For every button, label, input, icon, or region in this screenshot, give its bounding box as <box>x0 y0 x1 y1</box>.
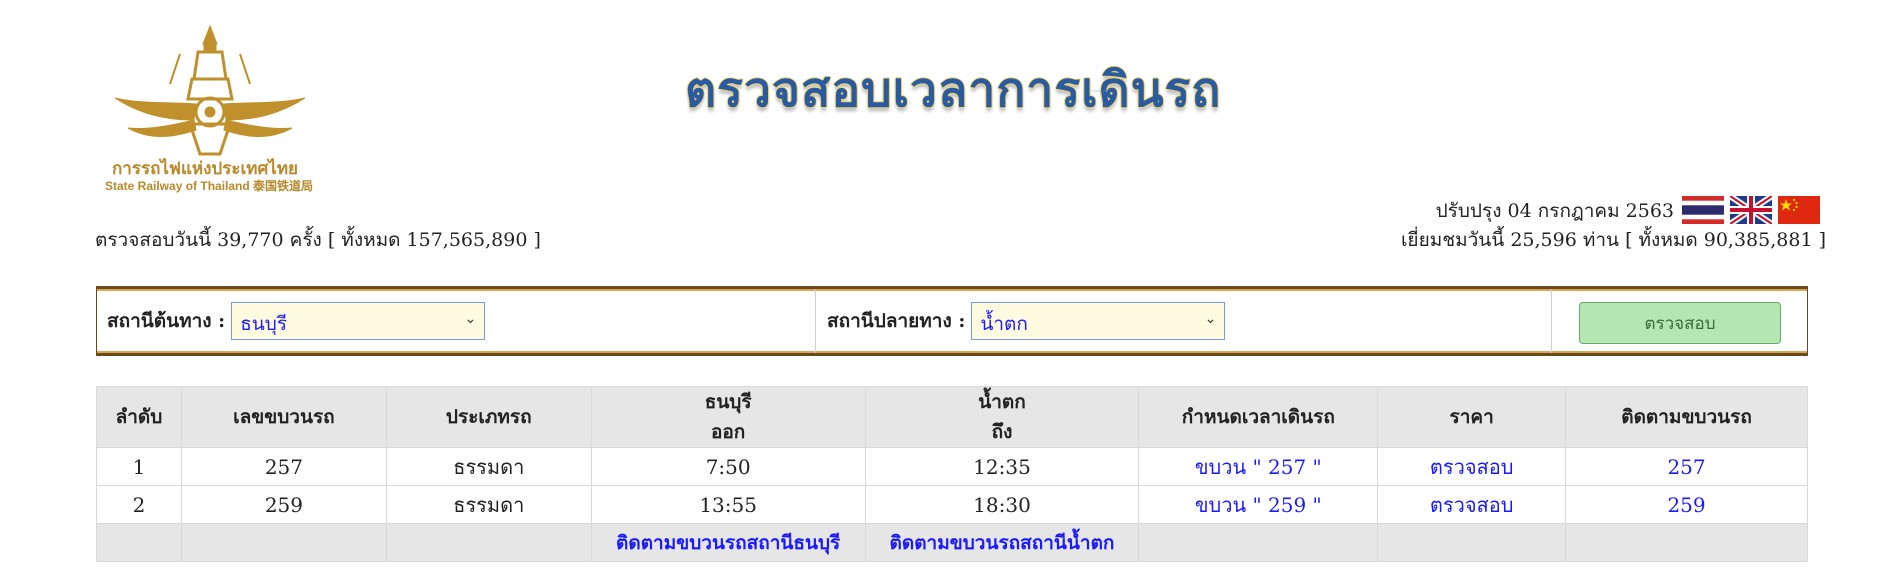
col-header-schedule: กำหนดเวลาเดินรถ <box>1138 386 1379 448</box>
cell-track: 257 <box>1565 447 1808 486</box>
destination-select[interactable]: น้ำตก ⌄ <box>971 302 1226 340</box>
cell-price: ตรวจสอบ <box>1377 485 1567 524</box>
page-title-reflection: ตรวจสอบเวลาการเดินรถ <box>685 90 1205 98</box>
cell-price: ตรวจสอบ <box>1377 447 1567 486</box>
form-divider <box>815 289 816 353</box>
origin-field-group: สถานีต้นทาง : ธนบุรี ⌄ <box>107 289 486 353</box>
cell-type: ธรรมดา <box>385 485 592 524</box>
cell-arrive: 18:30 <box>864 485 1140 524</box>
col-header-depart: ธนบุรี ออก <box>590 386 866 448</box>
table-header-row: ลำดับ เลขขบวนรถ ประเภทรถ ธนบุรี ออก น้ำต… <box>96 386 1808 448</box>
form-divider <box>1551 289 1552 353</box>
schedule-link[interactable]: ขบวน " 259 " <box>1195 493 1322 517</box>
cell-train-no: 257 <box>180 447 387 486</box>
footer-cell <box>1377 523 1567 562</box>
logo-text-english: State Railway of Thailand 泰国铁道局 <box>105 179 314 193</box>
footer-cell <box>180 523 387 562</box>
check-button[interactable]: ตรวจสอบ <box>1579 302 1781 344</box>
route-search-form: สถานีต้นทาง : ธนบุรี ⌄ สถานีปลายทาง : น้… <box>96 286 1808 356</box>
cell-type: ธรรมดา <box>385 447 592 486</box>
col-header-origin-station: ธนบุรี <box>704 391 752 413</box>
track-train-link[interactable]: 257 <box>1667 455 1705 479</box>
col-header-train-no: เลขขบวนรถ <box>180 386 387 448</box>
col-header-track: ติดตามขบวนรถ <box>1565 386 1808 448</box>
origin-select[interactable]: ธนบุรี ⌄ <box>231 302 486 340</box>
thai-flag-icon[interactable] <box>1682 196 1724 224</box>
schedule-table: ลำดับ เลขขบวนรถ ประเภทรถ ธนบุรี ออก น้ำต… <box>96 386 1808 562</box>
destination-label: สถานีปลายทาง : <box>827 310 966 332</box>
cell-track: 259 <box>1565 485 1808 524</box>
destination-select-value: น้ำตก <box>980 313 1028 335</box>
col-header-arrive: น้ำตก ถึง <box>864 386 1140 448</box>
schedule-link[interactable]: ขบวน " 257 " <box>1195 455 1322 479</box>
table-row: 2 259 ธรรมดา 13:55 18:30 ขบวน " 259 " ตร… <box>96 485 1808 524</box>
col-header-dest-station: น้ำตก <box>978 391 1026 413</box>
cell-schedule: ขบวน " 259 " <box>1138 485 1379 524</box>
origin-select-value: ธนบุรี <box>240 313 288 335</box>
footer-cell <box>1565 523 1808 562</box>
chevron-down-icon: ⌄ <box>464 311 477 327</box>
col-header-type: ประเภทรถ <box>385 386 592 448</box>
cell-depart: 7:50 <box>590 447 866 486</box>
destination-field-group: สถานีปลายทาง : น้ำตก ⌄ <box>827 289 1226 353</box>
cell-depart: 13:55 <box>590 485 866 524</box>
cell-no: 2 <box>96 485 182 524</box>
col-header-no: ลำดับ <box>96 386 182 448</box>
footer-cell: ติดตามขบวนรถสถานีน้ำตก <box>864 523 1140 562</box>
footer-cell <box>1138 523 1379 562</box>
table-row: 1 257 ธรรมดา 7:50 12:35 ขบวน " 257 " ตรว… <box>96 447 1808 486</box>
last-updated-text: ปรับปรุง 04 กรกฎาคม 2563 <box>1435 200 1674 222</box>
price-check-link[interactable]: ตรวจสอบ <box>1430 455 1514 479</box>
check-count-stats: ตรวจสอบวันนี้ 39,770 ครั้ง [ ทั้งหมด 157… <box>95 229 541 251</box>
cell-schedule: ขบวน " 257 " <box>1138 447 1379 486</box>
language-flags <box>1682 196 1826 224</box>
col-header-price: ราคา <box>1377 386 1567 448</box>
track-destination-station-link[interactable]: ติดตามขบวนรถสถานีน้ำตก <box>890 532 1115 554</box>
table-footer-row: ติดตามขบวนรถสถานีธนบุรี ติดตามขบวนรถสถาน… <box>96 523 1808 562</box>
price-check-link[interactable]: ตรวจสอบ <box>1430 493 1514 517</box>
track-train-link[interactable]: 259 <box>1667 493 1705 517</box>
cell-train-no: 259 <box>180 485 387 524</box>
cell-arrive: 12:35 <box>864 447 1140 486</box>
col-header-dest-sub: ถึง <box>991 421 1013 443</box>
footer-cell: ติดตามขบวนรถสถานีธนบุรี <box>590 523 866 562</box>
origin-label: สถานีต้นทาง : <box>107 310 226 332</box>
visitor-stats: เยี่ยมชมวันนี้ 25,596 ท่าน [ ทั้งหมด 90,… <box>1400 229 1826 251</box>
footer-cell <box>385 523 592 562</box>
col-header-origin-sub: ออก <box>710 421 746 443</box>
track-origin-station-link[interactable]: ติดตามขบวนรถสถานีธนบุรี <box>616 532 840 554</box>
chevron-down-icon: ⌄ <box>1204 311 1217 327</box>
footer-cell <box>96 523 182 562</box>
uk-flag-icon[interactable] <box>1730 196 1772 224</box>
cell-no: 1 <box>96 447 182 486</box>
china-flag-icon[interactable] <box>1778 196 1820 224</box>
